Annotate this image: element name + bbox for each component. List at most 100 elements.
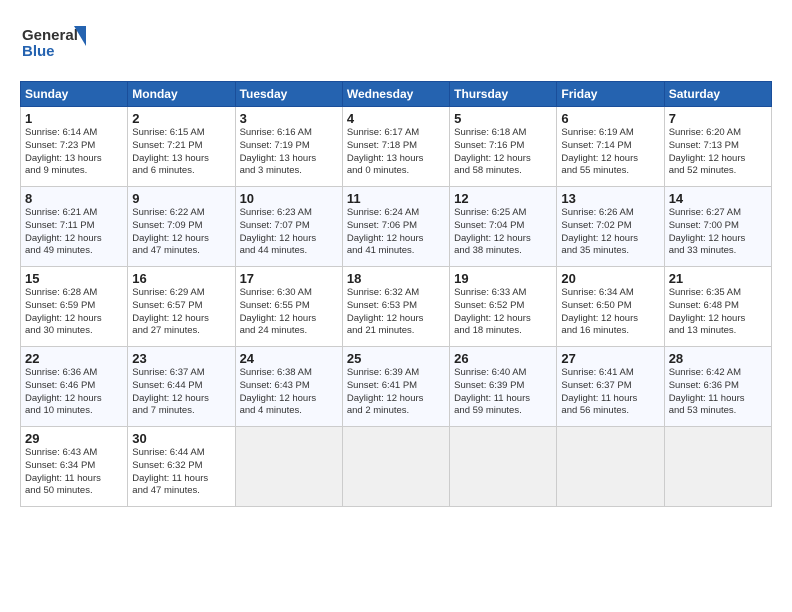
day-number: 6	[561, 111, 659, 126]
calendar-cell: 7Sunrise: 6:20 AMSunset: 7:13 PMDaylight…	[664, 107, 771, 187]
day-info: Sunrise: 6:34 AMSunset: 6:50 PMDaylight:…	[561, 287, 659, 338]
calendar-cell: 10Sunrise: 6:23 AMSunset: 7:07 PMDayligh…	[235, 187, 342, 267]
calendar-cell	[342, 427, 449, 507]
day-number: 30	[132, 431, 230, 446]
calendar-header-row: SundayMondayTuesdayWednesdayThursdayFrid…	[21, 82, 772, 107]
day-number: 8	[25, 191, 123, 206]
calendar-cell: 3Sunrise: 6:16 AMSunset: 7:19 PMDaylight…	[235, 107, 342, 187]
day-info: Sunrise: 6:28 AMSunset: 6:59 PMDaylight:…	[25, 287, 123, 338]
day-number: 19	[454, 271, 552, 286]
calendar-cell	[557, 427, 664, 507]
svg-text:General: General	[22, 27, 78, 44]
svg-text:Blue: Blue	[22, 43, 55, 60]
day-number: 22	[25, 351, 123, 366]
day-number: 25	[347, 351, 445, 366]
day-info: Sunrise: 6:30 AMSunset: 6:55 PMDaylight:…	[240, 287, 338, 338]
day-info: Sunrise: 6:40 AMSunset: 6:39 PMDaylight:…	[454, 367, 552, 418]
calendar-cell: 23Sunrise: 6:37 AMSunset: 6:44 PMDayligh…	[128, 347, 235, 427]
day-info: Sunrise: 6:19 AMSunset: 7:14 PMDaylight:…	[561, 127, 659, 178]
day-header-friday: Friday	[557, 82, 664, 107]
logo-icon: General Blue	[20, 18, 90, 68]
calendar-cell: 18Sunrise: 6:32 AMSunset: 6:53 PMDayligh…	[342, 267, 449, 347]
calendar-cell: 9Sunrise: 6:22 AMSunset: 7:09 PMDaylight…	[128, 187, 235, 267]
day-info: Sunrise: 6:25 AMSunset: 7:04 PMDaylight:…	[454, 207, 552, 258]
day-info: Sunrise: 6:38 AMSunset: 6:43 PMDaylight:…	[240, 367, 338, 418]
day-info: Sunrise: 6:23 AMSunset: 7:07 PMDaylight:…	[240, 207, 338, 258]
day-info: Sunrise: 6:15 AMSunset: 7:21 PMDaylight:…	[132, 127, 230, 178]
calendar-cell: 4Sunrise: 6:17 AMSunset: 7:18 PMDaylight…	[342, 107, 449, 187]
calendar-cell: 13Sunrise: 6:26 AMSunset: 7:02 PMDayligh…	[557, 187, 664, 267]
calendar-cell	[664, 427, 771, 507]
page-header: General Blue	[20, 18, 772, 73]
day-info: Sunrise: 6:24 AMSunset: 7:06 PMDaylight:…	[347, 207, 445, 258]
day-number: 12	[454, 191, 552, 206]
calendar-cell: 24Sunrise: 6:38 AMSunset: 6:43 PMDayligh…	[235, 347, 342, 427]
day-info: Sunrise: 6:14 AMSunset: 7:23 PMDaylight:…	[25, 127, 123, 178]
day-info: Sunrise: 6:32 AMSunset: 6:53 PMDaylight:…	[347, 287, 445, 338]
calendar-cell: 20Sunrise: 6:34 AMSunset: 6:50 PMDayligh…	[557, 267, 664, 347]
day-number: 27	[561, 351, 659, 366]
day-info: Sunrise: 6:29 AMSunset: 6:57 PMDaylight:…	[132, 287, 230, 338]
day-info: Sunrise: 6:22 AMSunset: 7:09 PMDaylight:…	[132, 207, 230, 258]
day-number: 2	[132, 111, 230, 126]
day-header-thursday: Thursday	[450, 82, 557, 107]
day-info: Sunrise: 6:33 AMSunset: 6:52 PMDaylight:…	[454, 287, 552, 338]
day-header-monday: Monday	[128, 82, 235, 107]
day-header-tuesday: Tuesday	[235, 82, 342, 107]
day-number: 3	[240, 111, 338, 126]
day-number: 11	[347, 191, 445, 206]
calendar-cell: 28Sunrise: 6:42 AMSunset: 6:36 PMDayligh…	[664, 347, 771, 427]
day-info: Sunrise: 6:17 AMSunset: 7:18 PMDaylight:…	[347, 127, 445, 178]
calendar-cell: 14Sunrise: 6:27 AMSunset: 7:00 PMDayligh…	[664, 187, 771, 267]
day-number: 5	[454, 111, 552, 126]
calendar-cell: 29Sunrise: 6:43 AMSunset: 6:34 PMDayligh…	[21, 427, 128, 507]
calendar-cell	[235, 427, 342, 507]
calendar-cell: 6Sunrise: 6:19 AMSunset: 7:14 PMDaylight…	[557, 107, 664, 187]
calendar-cell: 17Sunrise: 6:30 AMSunset: 6:55 PMDayligh…	[235, 267, 342, 347]
day-number: 10	[240, 191, 338, 206]
day-info: Sunrise: 6:18 AMSunset: 7:16 PMDaylight:…	[454, 127, 552, 178]
day-number: 17	[240, 271, 338, 286]
calendar-cell: 8Sunrise: 6:21 AMSunset: 7:11 PMDaylight…	[21, 187, 128, 267]
day-header-wednesday: Wednesday	[342, 82, 449, 107]
calendar-cell: 2Sunrise: 6:15 AMSunset: 7:21 PMDaylight…	[128, 107, 235, 187]
day-number: 24	[240, 351, 338, 366]
day-header-saturday: Saturday	[664, 82, 771, 107]
day-info: Sunrise: 6:20 AMSunset: 7:13 PMDaylight:…	[669, 127, 767, 178]
day-number: 21	[669, 271, 767, 286]
day-info: Sunrise: 6:16 AMSunset: 7:19 PMDaylight:…	[240, 127, 338, 178]
day-number: 26	[454, 351, 552, 366]
day-info: Sunrise: 6:44 AMSunset: 6:32 PMDaylight:…	[132, 447, 230, 498]
day-number: 9	[132, 191, 230, 206]
calendar-cell: 19Sunrise: 6:33 AMSunset: 6:52 PMDayligh…	[450, 267, 557, 347]
logo: General Blue	[20, 18, 90, 73]
calendar-cell: 21Sunrise: 6:35 AMSunset: 6:48 PMDayligh…	[664, 267, 771, 347]
day-number: 4	[347, 111, 445, 126]
day-info: Sunrise: 6:43 AMSunset: 6:34 PMDaylight:…	[25, 447, 123, 498]
calendar-cell: 15Sunrise: 6:28 AMSunset: 6:59 PMDayligh…	[21, 267, 128, 347]
day-number: 18	[347, 271, 445, 286]
day-number: 20	[561, 271, 659, 286]
day-info: Sunrise: 6:42 AMSunset: 6:36 PMDaylight:…	[669, 367, 767, 418]
calendar-cell	[450, 427, 557, 507]
day-number: 7	[669, 111, 767, 126]
day-number: 15	[25, 271, 123, 286]
calendar-cell: 26Sunrise: 6:40 AMSunset: 6:39 PMDayligh…	[450, 347, 557, 427]
day-number: 28	[669, 351, 767, 366]
day-number: 23	[132, 351, 230, 366]
calendar-cell: 27Sunrise: 6:41 AMSunset: 6:37 PMDayligh…	[557, 347, 664, 427]
day-number: 1	[25, 111, 123, 126]
calendar-cell: 1Sunrise: 6:14 AMSunset: 7:23 PMDaylight…	[21, 107, 128, 187]
day-info: Sunrise: 6:36 AMSunset: 6:46 PMDaylight:…	[25, 367, 123, 418]
calendar-cell: 11Sunrise: 6:24 AMSunset: 7:06 PMDayligh…	[342, 187, 449, 267]
day-number: 29	[25, 431, 123, 446]
day-number: 16	[132, 271, 230, 286]
day-info: Sunrise: 6:27 AMSunset: 7:00 PMDaylight:…	[669, 207, 767, 258]
day-header-sunday: Sunday	[21, 82, 128, 107]
day-info: Sunrise: 6:26 AMSunset: 7:02 PMDaylight:…	[561, 207, 659, 258]
day-info: Sunrise: 6:39 AMSunset: 6:41 PMDaylight:…	[347, 367, 445, 418]
calendar-cell: 5Sunrise: 6:18 AMSunset: 7:16 PMDaylight…	[450, 107, 557, 187]
day-info: Sunrise: 6:35 AMSunset: 6:48 PMDaylight:…	[669, 287, 767, 338]
calendar-table: SundayMondayTuesdayWednesdayThursdayFrid…	[20, 81, 772, 507]
day-number: 14	[669, 191, 767, 206]
